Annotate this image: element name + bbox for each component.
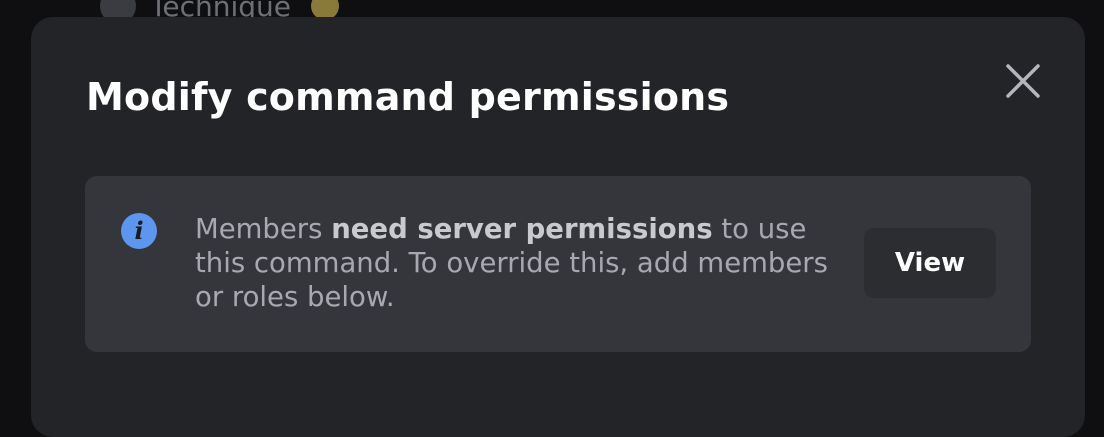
info-icon: i <box>121 213 157 249</box>
modal-title: Modify command permissions <box>86 75 730 119</box>
info-message: Members need server permissions to use t… <box>195 212 835 314</box>
close-icon <box>1006 64 1040 98</box>
view-button[interactable]: View <box>864 228 996 298</box>
info-text-before: Members <box>195 213 332 245</box>
close-button[interactable] <box>1001 59 1045 103</box>
info-notice: i Members need server permissions to use… <box>85 176 1031 352</box>
info-text-bold: need server permissions <box>331 213 713 245</box>
permissions-modal: Modify command permissions i Members nee… <box>31 17 1085 437</box>
